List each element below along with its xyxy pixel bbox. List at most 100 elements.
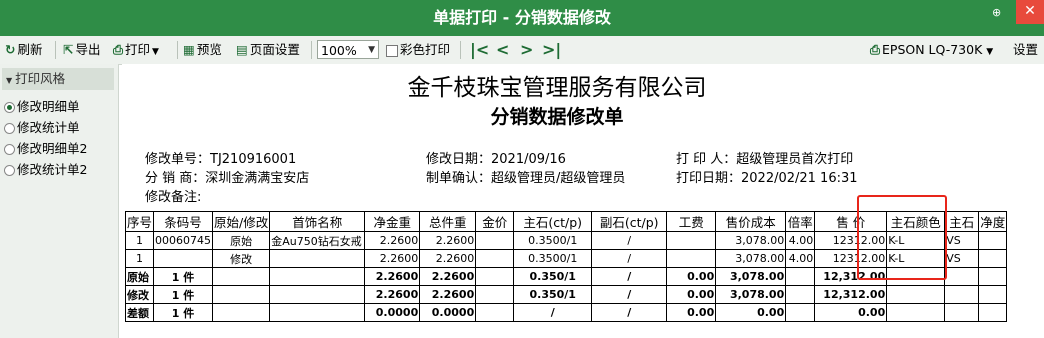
table-cell: 0.3500/1: [513, 231, 593, 250]
column-header: 条码号: [153, 211, 214, 232]
style-option-3[interactable]: 修改明细单2: [4, 139, 87, 159]
style-option-4[interactable]: 修改统计单2: [4, 160, 87, 180]
table-cell: 0.350/1: [513, 285, 593, 304]
highlight-box: [857, 195, 947, 280]
table-cell: 2.2600: [419, 231, 477, 250]
settings-button[interactable]: 设置: [1013, 40, 1038, 60]
column-header: 总件重: [419, 211, 477, 232]
table-cell: [269, 249, 366, 268]
table-cell: /: [591, 231, 668, 250]
summary-row: 差额 1 件 0.0000 0.0000 / / 0.00 0.00 0.00: [124, 303, 1008, 322]
table-cell: 3,078.00: [715, 249, 787, 268]
table-cell: /: [591, 267, 668, 286]
column-header: 首饰名称: [269, 211, 366, 232]
table-cell: 修改: [124, 285, 155, 304]
close-icon[interactable]: ✕: [1016, 0, 1044, 24]
table-cell: [475, 303, 515, 322]
table-cell: 0.0000: [364, 303, 421, 322]
column-header: 倍率: [785, 211, 816, 232]
table-cell: 2.2600: [364, 231, 421, 250]
table-cell: 原始: [124, 267, 155, 286]
print-style-header[interactable]: ▼ 打印风格: [2, 68, 114, 90]
export-icon: ⇱: [63, 42, 74, 57]
color-print-checkbox[interactable]: 彩色打印: [386, 40, 450, 60]
table-cell: 3,078.00: [715, 267, 787, 286]
table-cell: 1: [124, 249, 155, 268]
print-button[interactable]: ⎙ 打印 ▼: [113, 40, 159, 60]
pin-icon[interactable]: ⊕: [992, 6, 1001, 19]
column-header: 原始/修改: [212, 211, 271, 232]
printer-select[interactable]: ⎙ EPSON LQ-730K ▼: [870, 40, 997, 60]
table-cell: 0.00: [666, 303, 717, 322]
prev-page-button[interactable]: <: [496, 40, 509, 60]
table-cell: 2.2600: [364, 249, 421, 268]
table-cell: [212, 285, 271, 304]
table-cell: 修改: [212, 249, 271, 268]
toolbar-separator: [311, 41, 312, 59]
table-cell: 00060745: [153, 231, 214, 250]
table-cell: /: [591, 303, 668, 322]
table-cell: [475, 231, 515, 250]
toolbar-separator: [460, 41, 461, 59]
printer-icon: ⎙: [113, 42, 124, 57]
refresh-button[interactable]: ↻ 刷新: [5, 40, 43, 60]
toolbar: ↻ 刷新 ⇱ 导出 ⎙ 打印 ▼ ▦ 预览 ▤ 页面设置 彩色打印 |< < > >| ⎙ E…: [0, 36, 1044, 65]
next-page-button[interactable]: >: [520, 40, 533, 60]
printer-icon: ⎙: [870, 42, 881, 57]
radio-icon[interactable]: [4, 123, 15, 134]
chevron-down-icon[interactable]: ▼: [152, 47, 159, 57]
table-cell: [269, 267, 366, 286]
table-cell: [944, 285, 980, 304]
style-option-2[interactable]: 修改统计单: [4, 118, 80, 138]
chevron-down-icon[interactable]: ▼: [986, 47, 993, 57]
page-setup-icon: ▤: [236, 42, 248, 57]
window-title: 单据打印 - 分销数据修改: [433, 8, 611, 27]
print-date: 打印日期：2022/02/21 16:31: [676, 171, 858, 186]
table-cell: 2.2600: [419, 267, 477, 286]
table-cell: 1 件: [153, 303, 214, 322]
column-header: 金价: [475, 211, 515, 232]
column-header: 序号: [124, 211, 155, 232]
table-cell: 2.2600: [419, 285, 477, 304]
table-cell: VS: [944, 249, 980, 268]
table-cell: 4.00: [785, 231, 816, 250]
table-cell: 0.00: [666, 285, 717, 304]
preview-icon: ▦: [183, 42, 195, 57]
page-setup-button[interactable]: ▤ 页面设置: [236, 40, 300, 60]
column-header: 副石(ct/p): [591, 211, 668, 232]
refresh-icon: ↻: [5, 42, 16, 57]
table-cell: [475, 285, 515, 304]
column-header: 净金重: [364, 211, 421, 232]
table-cell: [978, 249, 1008, 268]
first-page-button[interactable]: |<: [470, 40, 489, 60]
table-cell: [978, 285, 1008, 304]
table-cell: [666, 231, 717, 250]
table-cell: [785, 303, 816, 322]
radio-icon[interactable]: [4, 144, 15, 155]
company-name: 金千枝珠宝管理服务有限公司: [407, 75, 707, 101]
table-cell: /: [591, 285, 668, 304]
table-cell: [153, 249, 214, 268]
zoom-select[interactable]: 100% ▼: [317, 40, 379, 59]
table-cell: [785, 267, 816, 286]
table-cell: 0.00: [715, 303, 787, 322]
distributor: 分 销 商：深圳金满满宝安店: [145, 171, 310, 186]
table-cell: [212, 267, 271, 286]
table-cell: [475, 267, 515, 286]
table-cell: [212, 303, 271, 322]
export-button[interactable]: ⇱ 导出: [63, 40, 101, 60]
table-cell: [978, 231, 1008, 250]
table-cell: 1 件: [153, 285, 214, 304]
column-header: 主石(ct/p): [513, 211, 593, 232]
last-page-button[interactable]: >|: [542, 40, 561, 60]
table-cell: 0.0000: [419, 303, 477, 322]
chevron-down-icon: ▼: [368, 45, 375, 55]
radio-icon[interactable]: [4, 165, 15, 176]
table-cell: [785, 285, 816, 304]
style-option-1[interactable]: 修改明细单: [4, 97, 80, 117]
radio-selected-icon[interactable]: [4, 102, 15, 113]
table-cell: 0.00: [666, 267, 717, 286]
preview-button[interactable]: ▦ 预览: [183, 40, 222, 60]
column-header: 净度: [978, 211, 1008, 232]
checkbox-icon[interactable]: [386, 44, 398, 57]
